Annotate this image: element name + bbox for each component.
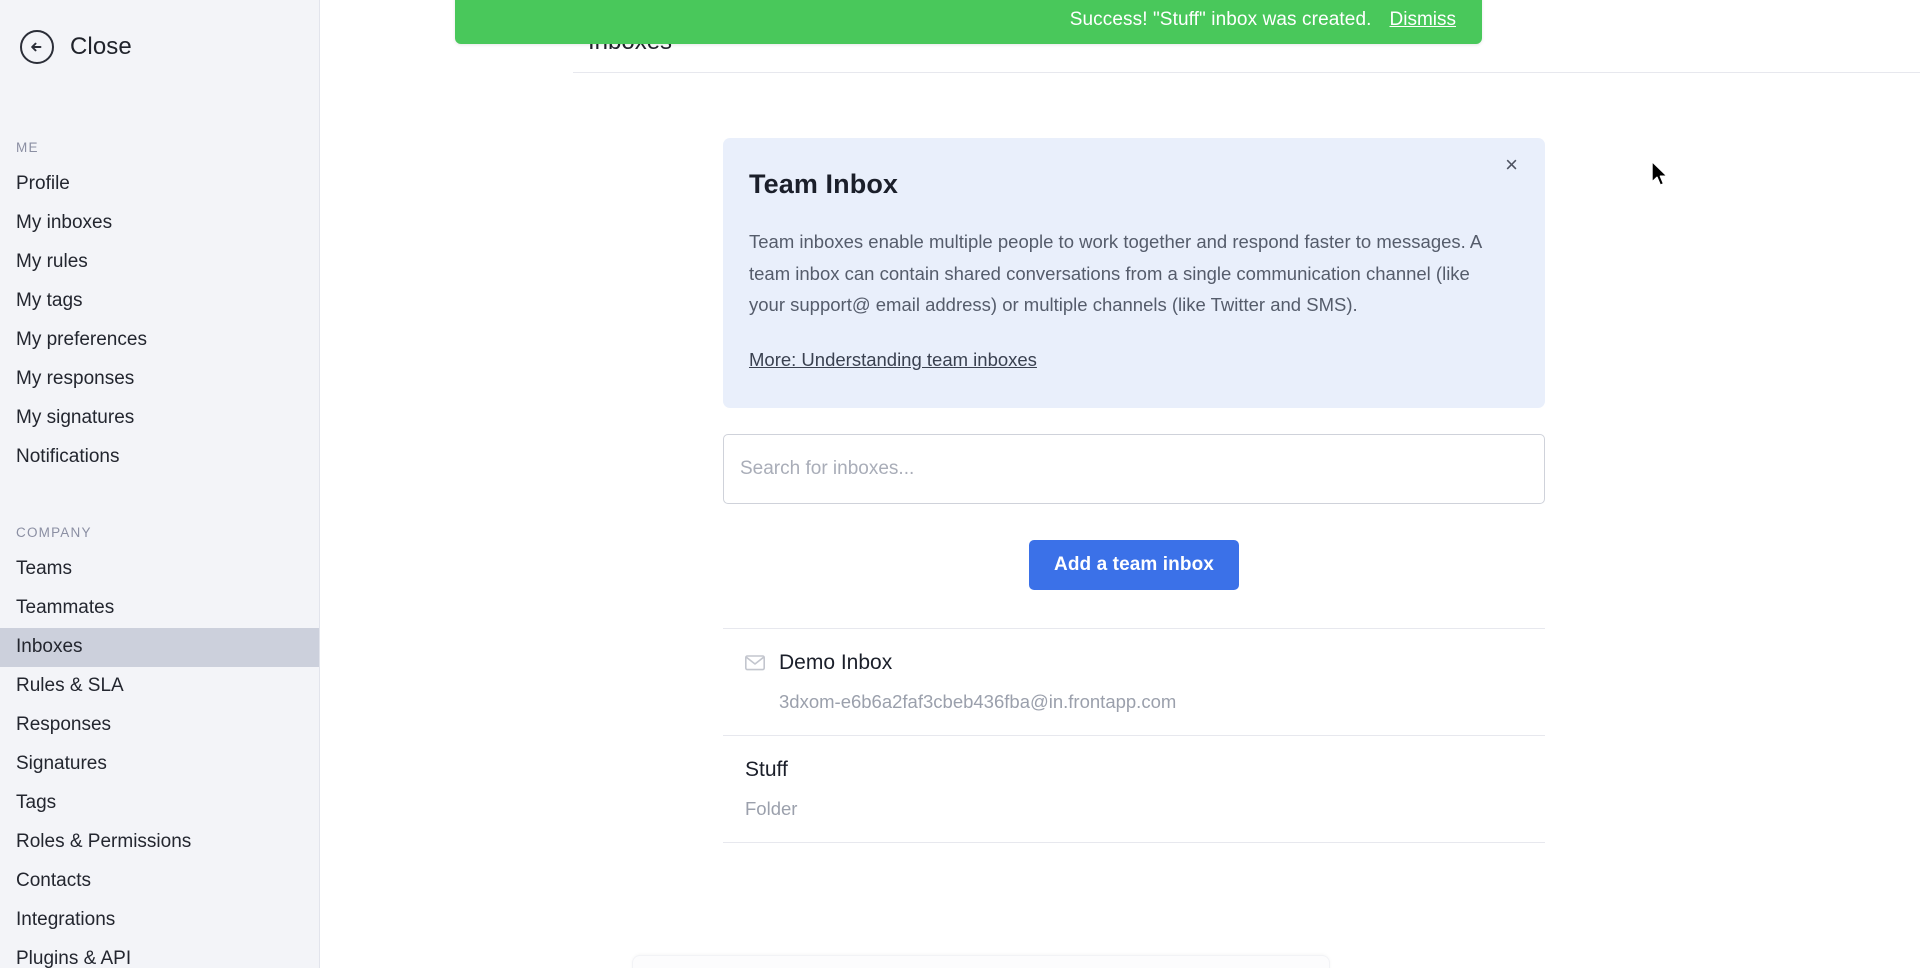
sidebar-item-my-responses[interactable]: My responses (0, 360, 319, 399)
sidebar-item-my-rules[interactable]: My rules (0, 243, 319, 282)
dismiss-toast-link[interactable]: Dismiss (1390, 9, 1457, 31)
inbox-type: Folder (745, 797, 798, 819)
inbox-row-header: Stuff (723, 758, 1545, 782)
envelope-icon (745, 653, 765, 673)
inbox-name: Stuff (745, 757, 788, 781)
inboxes-content-column: × Team Inbox Team inboxes enable multipl… (723, 138, 1545, 843)
main-content: Inboxes Success! "Stuff" inbox was creat… (321, 0, 1920, 968)
inbox-address: 3dxom-e6b6a2faf3cbeb436fba@in.frontapp.c… (779, 690, 1177, 712)
page-title-divider (573, 72, 1920, 73)
bottom-panel-peek (632, 955, 1330, 968)
sidebar-item-plugins-and-api[interactable]: Plugins & API (0, 940, 319, 968)
sidebar-section-title-me: ME (16, 140, 39, 155)
sidebar-item-inboxes[interactable]: Inboxes (0, 628, 319, 667)
inbox-row-header: Demo Inbox (723, 651, 1545, 675)
sidebar-item-responses[interactable]: Responses (0, 706, 319, 745)
sidebar-item-teammates[interactable]: Teammates (0, 589, 319, 628)
sidebar-item-signatures[interactable]: Signatures (0, 745, 319, 784)
success-toast: Success! "Stuff" inbox was created. Dism… (455, 0, 1482, 44)
info-card-body: Team inboxes enable multiple people to w… (749, 231, 1482, 315)
sidebar-item-tags[interactable]: Tags (0, 784, 319, 823)
search-input[interactable] (723, 433, 1545, 504)
sidebar-section-company: COMPANY Teams Teammates Inboxes Rules & … (0, 525, 319, 968)
sidebar-section-me: ME Profile My inboxes My rules My tags M… (0, 140, 319, 477)
sidebar-item-my-inboxes[interactable]: My inboxes (0, 204, 319, 243)
sidebar-section-title-company: COMPANY (16, 525, 92, 540)
add-team-inbox-button[interactable]: Add a team inbox (1029, 539, 1239, 590)
app-root: Close ME Profile My inboxes My rules My … (0, 0, 1920, 968)
add-team-inbox-row: Add a team inbox (723, 539, 1545, 590)
sidebar-item-teams[interactable]: Teams (0, 550, 319, 589)
sidebar-item-integrations[interactable]: Integrations (0, 901, 319, 940)
sidebar-item-rules-and-sla[interactable]: Rules & SLA (0, 667, 319, 706)
settings-sidebar: Close ME Profile My inboxes My rules My … (0, 0, 320, 968)
sidebar-item-my-tags[interactable]: My tags (0, 282, 319, 321)
inbox-name: Demo Inbox (779, 650, 893, 674)
back-arrow-circle-icon (20, 30, 54, 64)
sidebar-item-profile[interactable]: Profile (0, 165, 319, 204)
close-settings-button[interactable]: Close (0, 0, 319, 64)
close-icon[interactable]: × (1499, 150, 1524, 180)
search-inboxes-wrap (723, 433, 1545, 504)
close-settings-label: Close (70, 33, 132, 60)
list-item[interactable]: Demo Inbox 3dxom-e6b6a2faf3cbeb436fba@in… (723, 627, 1545, 735)
sidebar-item-my-preferences[interactable]: My preferences (0, 321, 319, 360)
list-item[interactable]: Stuff Folder (723, 734, 1545, 843)
info-card-title: Team Inbox (749, 169, 899, 199)
success-toast-message: Success! "Stuff" inbox was created. (1069, 9, 1372, 30)
team-inbox-info-card: × Team Inbox Team inboxes enable multipl… (723, 138, 1545, 408)
understanding-team-inboxes-link[interactable]: More: Understanding team inboxes (749, 349, 1037, 370)
sidebar-item-notifications[interactable]: Notifications (0, 438, 319, 477)
sidebar-item-contacts[interactable]: Contacts (0, 862, 319, 901)
sidebar-item-roles-and-permissions[interactable]: Roles & Permissions (0, 823, 319, 862)
sidebar-item-my-signatures[interactable]: My signatures (0, 399, 319, 438)
inbox-list: Demo Inbox 3dxom-e6b6a2faf3cbeb436fba@in… (723, 627, 1545, 843)
